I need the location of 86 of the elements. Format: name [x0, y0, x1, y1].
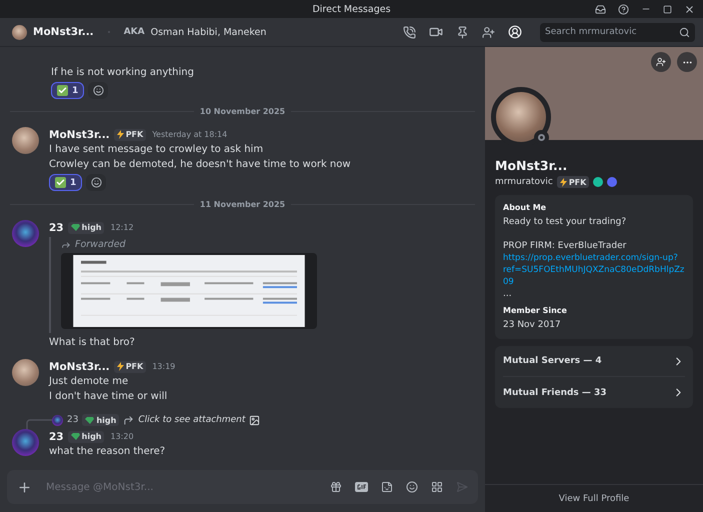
message-author[interactable]: 23	[49, 430, 64, 442]
clan-tag: high	[82, 414, 120, 426]
message-time: 12:12	[110, 223, 134, 232]
message-author[interactable]: MoNst3r...	[49, 360, 110, 372]
mutuals-row[interactable]: Mutual Servers — 4	[503, 346, 685, 377]
lightning-icon	[116, 130, 124, 139]
maximize-icon[interactable]	[663, 4, 672, 14]
gift-icon[interactable]	[330, 481, 342, 493]
message-time: Yesterday at 18:14	[152, 130, 228, 139]
add-user-icon	[656, 57, 666, 67]
more-button[interactable]	[677, 52, 697, 72]
user-profile-icon[interactable]	[508, 25, 522, 39]
help-icon[interactable]	[618, 4, 629, 14]
avatar[interactable]	[12, 429, 39, 456]
message-text: I don't have time or will	[49, 390, 168, 404]
pin-icon[interactable]	[456, 26, 469, 38]
image-icon	[249, 414, 260, 426]
search-icon	[679, 26, 690, 38]
clan-tag: high	[68, 430, 104, 442]
avatar	[52, 414, 63, 426]
add-user-icon[interactable]	[482, 26, 495, 38]
message-text: Just demote me	[49, 375, 130, 389]
message-time: 13:20	[110, 432, 134, 441]
lightning-icon	[560, 178, 567, 186]
clan-tag: PFK	[556, 176, 590, 188]
user-name[interactable]: MoNst3r...	[33, 26, 94, 38]
avatar[interactable]	[12, 24, 27, 40]
add-reaction-button[interactable]	[88, 82, 108, 99]
lightning-icon	[116, 362, 124, 371]
phone-icon[interactable]	[403, 26, 416, 38]
smiley-icon	[90, 177, 102, 188]
message-text: Crowley can be demoted, he doesn't have time to work now	[49, 158, 351, 172]
about-text: PROP FIRM: EverBlueTrader	[503, 240, 628, 252]
avatar[interactable]	[12, 359, 39, 386]
add-friend-button[interactable]	[651, 52, 671, 72]
video-camera-icon[interactable]	[429, 25, 443, 39]
gem-icon	[70, 224, 80, 231]
message-author[interactable]: 23	[49, 222, 64, 234]
message-text: what the reason there?	[49, 445, 166, 459]
message-time: 13:19	[152, 362, 176, 371]
date-divider: 11 November 2025	[200, 200, 286, 209]
reaction-chip[interactable]: 1	[51, 82, 84, 99]
profile-link[interactable]: https://prop.everbluetrader.com/sign-up?ref=SU5FOEthMUhJQXZnaC80eDdRbHlpZz09	[503, 252, 685, 288]
forwarded-label: Forwarded	[61, 239, 317, 250]
check-mark-icon	[55, 177, 66, 188]
message-text: What is that bro?	[49, 336, 136, 350]
forward-arrow-icon	[61, 240, 71, 250]
close-icon[interactable]	[684, 4, 695, 14]
reply-preview[interactable]: Click to see attachment	[138, 415, 246, 425]
badge-icon	[607, 177, 618, 187]
view-profile-button[interactable]: View Full Profile	[485, 484, 703, 512]
search-field[interactable]: Search mrmuratovic	[540, 22, 695, 42]
about-text: Ready to test your trading?	[503, 216, 628, 228]
section-title: Member Since	[503, 306, 568, 315]
inbox-icon[interactable]	[595, 4, 606, 14]
sticker-icon[interactable]	[381, 481, 393, 493]
emoji-icon[interactable]	[406, 481, 418, 493]
badge-icon	[593, 177, 604, 187]
aka-names: Osman Habibi, Maneken	[150, 26, 266, 38]
add-reaction-button[interactable]	[86, 174, 106, 191]
clan-tag: PFK	[114, 128, 146, 140]
avatar[interactable]	[12, 127, 39, 154]
profile-username: mrmuratovic	[495, 177, 553, 187]
member-since-date: 23 Nov 2017	[503, 319, 562, 331]
reply-arrow-icon	[123, 414, 134, 426]
reply-author[interactable]: 23	[67, 415, 78, 425]
profile-name: MoNst3r...	[495, 158, 568, 173]
message-author[interactable]: MoNst3r...	[49, 128, 110, 140]
date-divider: 10 November 2025	[200, 107, 286, 116]
message-text: If he is not working anything	[51, 66, 195, 80]
apps-icon[interactable]	[431, 481, 443, 493]
message-text: I have sent message to crowley to ask him	[49, 143, 264, 157]
clan-tag: high	[68, 222, 104, 234]
add-icon[interactable]	[17, 480, 32, 494]
reaction-chip[interactable]: 1	[49, 174, 82, 191]
clan-tag: PFK	[114, 360, 146, 372]
mutuals-row[interactable]: Mutual Friends — 33	[503, 377, 685, 408]
section-title: About Me	[503, 203, 548, 212]
check-mark-icon	[57, 85, 68, 96]
about-text: ...	[503, 288, 513, 300]
aka-label: AKA	[124, 27, 145, 37]
gif-icon[interactable]	[355, 482, 368, 492]
smiley-icon	[92, 85, 104, 96]
window-title: Direct Messages	[312, 4, 391, 14]
message-input[interactable]: Message @MoNst3r...	[46, 482, 316, 492]
avatar[interactable]	[12, 220, 39, 247]
